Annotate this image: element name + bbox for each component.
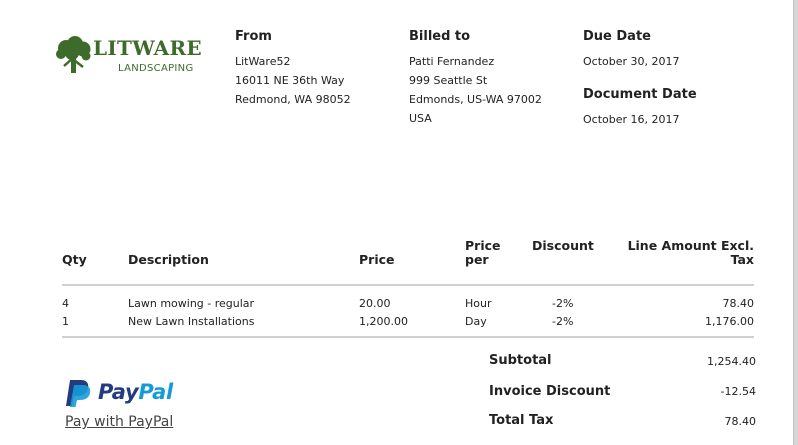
document-date-value: October 16, 2017	[583, 113, 680, 126]
subtotal-value: 1,254.40	[707, 355, 756, 368]
cell-amount: 78.40	[722, 297, 755, 310]
table-header-rule	[62, 284, 754, 286]
col-header-discount: Discount	[532, 238, 594, 253]
billed-to-line: Edmonds, US-WA 97002	[409, 93, 542, 106]
due-date-heading: Due Date	[583, 29, 651, 44]
from-line: Redmond, WA 98052	[235, 93, 351, 106]
cell-description: Lawn mowing - regular	[128, 297, 255, 310]
col-header-price: Price	[359, 252, 395, 267]
cell-per: Hour	[465, 297, 492, 310]
total-tax-label: Total Tax	[489, 413, 554, 428]
col-header-price-per-line: Price	[465, 238, 501, 253]
page-edge	[793, 0, 798, 445]
from-line: LitWare52	[235, 55, 291, 68]
billed-to-heading: Billed to	[409, 29, 471, 44]
cell-qty: 1	[62, 315, 69, 328]
cell-price: 1,200.00	[359, 315, 408, 328]
invoice-discount-value: -12.54	[720, 385, 756, 398]
total-tax-value: 78.40	[724, 415, 757, 428]
col-header-qty: Qty	[62, 252, 87, 267]
col-header-description: Description	[128, 252, 209, 267]
table-footer-rule	[62, 336, 754, 338]
from-address: LitWare52 16011 NE 36th Way Redmond, WA …	[235, 52, 351, 109]
pay-with-paypal-link[interactable]: Pay with PayPal	[65, 414, 173, 430]
invoice-discount-label: Invoice Discount	[489, 384, 611, 399]
subtotal-label: Subtotal	[489, 353, 552, 368]
paypal-icon	[66, 380, 91, 407]
cell-per: Day	[465, 315, 487, 328]
document-date-heading: Document Date	[583, 87, 697, 102]
billed-to-line: USA	[409, 112, 432, 125]
cell-price: 20.00	[359, 297, 391, 310]
cell-description: New Lawn Installations	[128, 315, 255, 328]
col-header-price-per-line: per	[465, 252, 489, 267]
col-header-price-per: Price per	[465, 239, 501, 267]
billed-to-line: Patti Fernandez	[409, 55, 495, 68]
due-date-value: October 30, 2017	[583, 55, 680, 68]
paypal-logo: PayPal	[64, 378, 194, 408]
tree-icon	[56, 36, 91, 73]
billed-to-address: Patti Fernandez 999 Seattle St Edmonds, …	[409, 52, 542, 128]
paypal-wordmark: PayPal	[98, 380, 173, 404]
from-heading: From	[235, 29, 272, 44]
col-header-line-amount-line: Line Amount Excl.	[627, 238, 754, 253]
cell-qty: 4	[62, 297, 69, 310]
logo-name: LITWARE	[93, 36, 202, 60]
paypal-wordmark-pay: Pay	[98, 380, 139, 404]
from-line: 16011 NE 36th Way	[235, 74, 345, 87]
col-header-line-amount: Line Amount Excl. Tax	[600, 239, 754, 267]
cell-discount: -2%	[552, 297, 574, 310]
logo-tagline: LANDSCAPING	[118, 63, 194, 74]
billed-to-line: 999 Seattle St	[409, 74, 488, 87]
company-logo: LITWARE LANDSCAPING	[56, 36, 202, 78]
cell-discount: -2%	[552, 315, 574, 328]
cell-amount: 1,176.00	[705, 315, 754, 328]
paypal-wordmark-pal: Pal	[138, 380, 173, 404]
col-header-line-amount-line: Tax	[730, 252, 754, 267]
